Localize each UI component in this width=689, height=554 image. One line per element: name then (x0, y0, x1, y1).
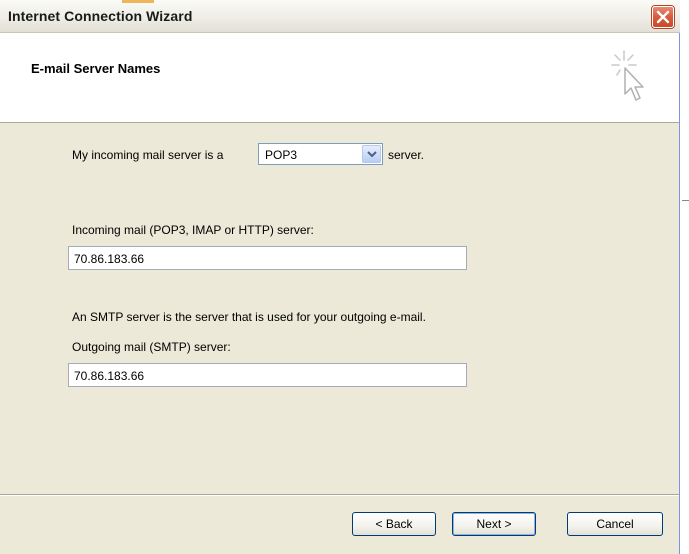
incoming-server-label: Incoming mail (POP3, IMAP or HTTP) serve… (72, 223, 314, 237)
incoming-type-label: My incoming mail server is a (72, 148, 224, 162)
footer-divider (0, 494, 679, 496)
dropdown-arrow-button[interactable] (362, 145, 381, 163)
outgoing-server-label: Outgoing mail (SMTP) server: (72, 340, 231, 354)
titlebar-accent (122, 0, 154, 3)
back-button[interactable]: < Back (352, 512, 436, 536)
close-button[interactable] (652, 6, 674, 28)
cancel-button[interactable]: Cancel (567, 512, 663, 536)
next-button[interactable]: Next > (452, 512, 536, 536)
smtp-info-text: An SMTP server is the server that is use… (72, 310, 426, 324)
server-type-value: POP3 (265, 148, 298, 162)
close-icon (656, 10, 670, 24)
wizard-header: E-mail Server Names (0, 33, 679, 123)
wizard-window: Internet Connection Wizard E-mail Server… (0, 0, 680, 554)
wizard-cursor-sparkle-icon (611, 50, 644, 101)
title-bar[interactable]: Internet Connection Wizard (0, 0, 680, 33)
background-window-edge (682, 200, 689, 201)
server-suffix-label: server. (388, 148, 425, 162)
outgoing-server-input[interactable]: 70.86.183.66 (68, 363, 467, 387)
server-type-dropdown[interactable]: POP3 (258, 143, 383, 165)
window-title: Internet Connection Wizard (8, 8, 193, 24)
chevron-down-icon (367, 151, 377, 158)
incoming-server-input[interactable]: 70.86.183.66 (68, 246, 467, 270)
page-title: E-mail Server Names (31, 61, 161, 76)
